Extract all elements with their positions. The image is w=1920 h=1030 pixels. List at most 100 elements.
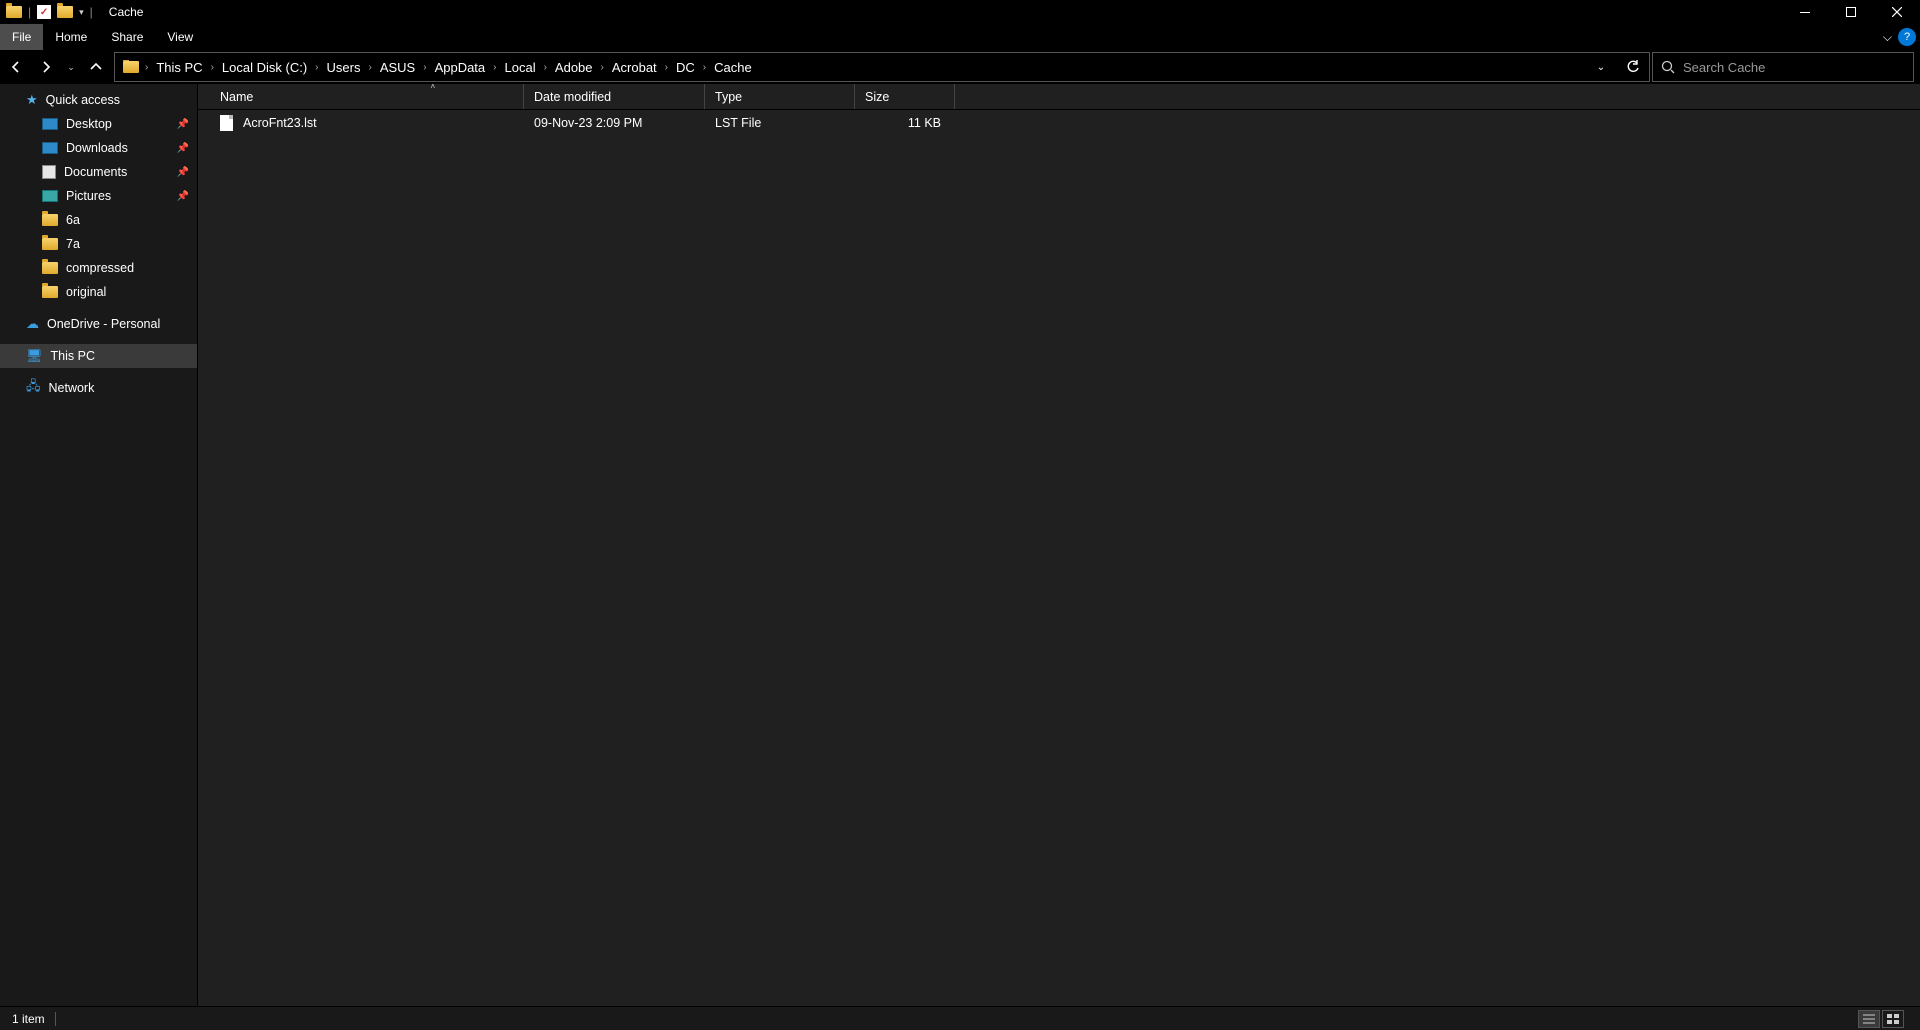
chevron-right-icon[interactable]: › bbox=[143, 62, 150, 73]
chevron-right-icon[interactable]: › bbox=[491, 62, 498, 73]
sidebar-item-downloads[interactable]: Downloads 📌 bbox=[0, 136, 197, 160]
sort-ascending-icon: ˄ bbox=[431, 82, 436, 91]
sidebar-network[interactable]: 🖧 Network bbox=[0, 376, 197, 400]
sidebar-item-desktop[interactable]: Desktop 📌 bbox=[0, 112, 197, 136]
folder-icon bbox=[123, 61, 139, 73]
column-header-type[interactable]: Type bbox=[705, 84, 855, 109]
sidebar-item-label: Documents bbox=[64, 165, 127, 179]
history-dropdown[interactable]: ⌄ bbox=[62, 52, 80, 82]
details-view-icon bbox=[1863, 1014, 1875, 1024]
help-icon[interactable]: ? bbox=[1898, 28, 1916, 46]
column-label: Date modified bbox=[534, 90, 611, 104]
column-label: Size bbox=[865, 90, 889, 104]
address-history-button[interactable]: ⌄ bbox=[1585, 52, 1617, 82]
desktop-icon bbox=[42, 118, 58, 130]
thumbnails-view-icon bbox=[1887, 1014, 1899, 1024]
file-rows[interactable]: AcroFnt23.lst 09-Nov-23 2:09 PM LST File… bbox=[198, 110, 1920, 1006]
chevron-right-icon[interactable]: › bbox=[599, 62, 606, 73]
chevron-down-icon: ⌄ bbox=[1597, 62, 1605, 73]
breadcrumb-item[interactable]: Local Disk (C:) bbox=[220, 60, 309, 75]
documents-icon bbox=[42, 165, 56, 179]
up-button[interactable] bbox=[82, 52, 110, 82]
breadcrumb-item[interactable]: Local bbox=[503, 60, 538, 75]
properties-icon[interactable]: ✓ bbox=[37, 5, 51, 19]
sidebar-item-label: 7a bbox=[66, 237, 80, 251]
maximize-button[interactable] bbox=[1828, 0, 1874, 24]
sidebar-item-label: Pictures bbox=[66, 189, 111, 203]
sidebar-item-label: Downloads bbox=[66, 141, 128, 155]
close-button[interactable] bbox=[1874, 0, 1920, 24]
folder-icon bbox=[6, 6, 22, 18]
sidebar-quick-access[interactable]: ★ Quick access bbox=[0, 88, 197, 112]
column-header-date[interactable]: Date modified bbox=[524, 84, 705, 109]
sidebar-item-label: Network bbox=[49, 381, 95, 395]
pc-icon: 🖥 bbox=[26, 348, 43, 364]
sidebar-item-folder[interactable]: compressed bbox=[0, 256, 197, 280]
sidebar-item-label: This PC bbox=[51, 349, 95, 363]
ribbon-collapse-icon[interactable]: ⌵ bbox=[1883, 30, 1892, 45]
search-input[interactable] bbox=[1683, 60, 1905, 75]
chevron-right-icon[interactable]: › bbox=[542, 62, 549, 73]
navigation-pane[interactable]: ★ Quick access Desktop 📌 Downloads 📌 Doc… bbox=[0, 84, 198, 1006]
file-size-cell: 11 KB bbox=[855, 116, 955, 130]
nav-bar: ⌄ › This PC › Local Disk (C:) › Users › … bbox=[0, 50, 1920, 84]
chevron-right-icon[interactable]: › bbox=[663, 62, 670, 73]
sidebar-this-pc[interactable]: 🖥 This PC bbox=[0, 344, 197, 368]
sidebar-onedrive[interactable]: ☁ OneDrive - Personal bbox=[0, 312, 197, 336]
breadcrumb: › This PC › Local Disk (C:) › Users › AS… bbox=[115, 60, 1585, 75]
chevron-right-icon[interactable]: › bbox=[701, 62, 708, 73]
ribbon-tab-view[interactable]: View bbox=[155, 24, 205, 50]
close-icon bbox=[1892, 7, 1902, 17]
breadcrumb-label: Local bbox=[505, 60, 536, 75]
ribbon-tab-share[interactable]: Share bbox=[99, 24, 155, 50]
details-view-button[interactable] bbox=[1858, 1010, 1880, 1028]
breadcrumb-label: Local Disk (C:) bbox=[222, 60, 307, 75]
column-label: Type bbox=[715, 90, 742, 104]
file-type-cell: LST File bbox=[705, 116, 855, 130]
breadcrumb-item[interactable]: This PC bbox=[154, 60, 204, 75]
sidebar-item-label: Quick access bbox=[46, 93, 120, 107]
breadcrumb-item[interactable]: Cache bbox=[712, 60, 754, 75]
ribbon-tab-home[interactable]: Home bbox=[43, 24, 99, 50]
arrow-left-icon bbox=[9, 60, 23, 74]
status-bar: 1 item bbox=[0, 1006, 1920, 1030]
breadcrumb-item[interactable]: AppData bbox=[433, 60, 488, 75]
back-button[interactable] bbox=[2, 52, 30, 82]
file-row[interactable]: AcroFnt23.lst 09-Nov-23 2:09 PM LST File… bbox=[198, 110, 1920, 136]
nav-buttons: ⌄ bbox=[0, 52, 112, 82]
pin-icon: 📌 bbox=[177, 167, 189, 178]
minimize-button[interactable] bbox=[1782, 0, 1828, 24]
column-header-name[interactable]: Name ˄ bbox=[198, 84, 524, 109]
thumbnails-view-button[interactable] bbox=[1882, 1010, 1904, 1028]
sidebar-item-folder[interactable]: 7a bbox=[0, 232, 197, 256]
refresh-button[interactable] bbox=[1617, 52, 1649, 82]
body: ★ Quick access Desktop 📌 Downloads 📌 Doc… bbox=[0, 84, 1920, 1006]
forward-button[interactable] bbox=[32, 52, 60, 82]
breadcrumb-item[interactable]: Users bbox=[325, 60, 363, 75]
minimize-icon bbox=[1800, 12, 1810, 13]
sidebar-item-folder[interactable]: 6a bbox=[0, 208, 197, 232]
window-controls bbox=[1782, 0, 1920, 24]
breadcrumb-item[interactable]: Acrobat bbox=[610, 60, 659, 75]
chevron-right-icon[interactable]: › bbox=[421, 62, 428, 73]
chevron-right-icon[interactable]: › bbox=[209, 62, 216, 73]
chevron-right-icon[interactable]: › bbox=[366, 62, 373, 73]
breadcrumb-label: This PC bbox=[156, 60, 202, 75]
sidebar-item-documents[interactable]: Documents 📌 bbox=[0, 160, 197, 184]
sidebar-item-label: 6a bbox=[66, 213, 80, 227]
ribbon-file-tab[interactable]: File bbox=[0, 24, 43, 50]
pin-icon: 📌 bbox=[177, 119, 189, 130]
breadcrumb-item[interactable]: ASUS bbox=[378, 60, 417, 75]
sidebar-item-pictures[interactable]: Pictures 📌 bbox=[0, 184, 197, 208]
pin-icon: 📌 bbox=[177, 143, 189, 154]
breadcrumb-item[interactable]: DC bbox=[674, 60, 697, 75]
breadcrumb-item[interactable]: Adobe bbox=[553, 60, 595, 75]
sidebar-item-folder[interactable]: original bbox=[0, 280, 197, 304]
breadcrumb-label: Adobe bbox=[555, 60, 593, 75]
search-box[interactable] bbox=[1652, 52, 1914, 82]
file-date-cell: 09-Nov-23 2:09 PM bbox=[524, 116, 705, 130]
chevron-right-icon[interactable]: › bbox=[313, 62, 320, 73]
qat-dropdown-icon[interactable]: ▾ bbox=[79, 7, 84, 18]
column-header-size[interactable]: Size bbox=[855, 84, 955, 109]
address-bar[interactable]: › This PC › Local Disk (C:) › Users › AS… bbox=[114, 52, 1650, 82]
